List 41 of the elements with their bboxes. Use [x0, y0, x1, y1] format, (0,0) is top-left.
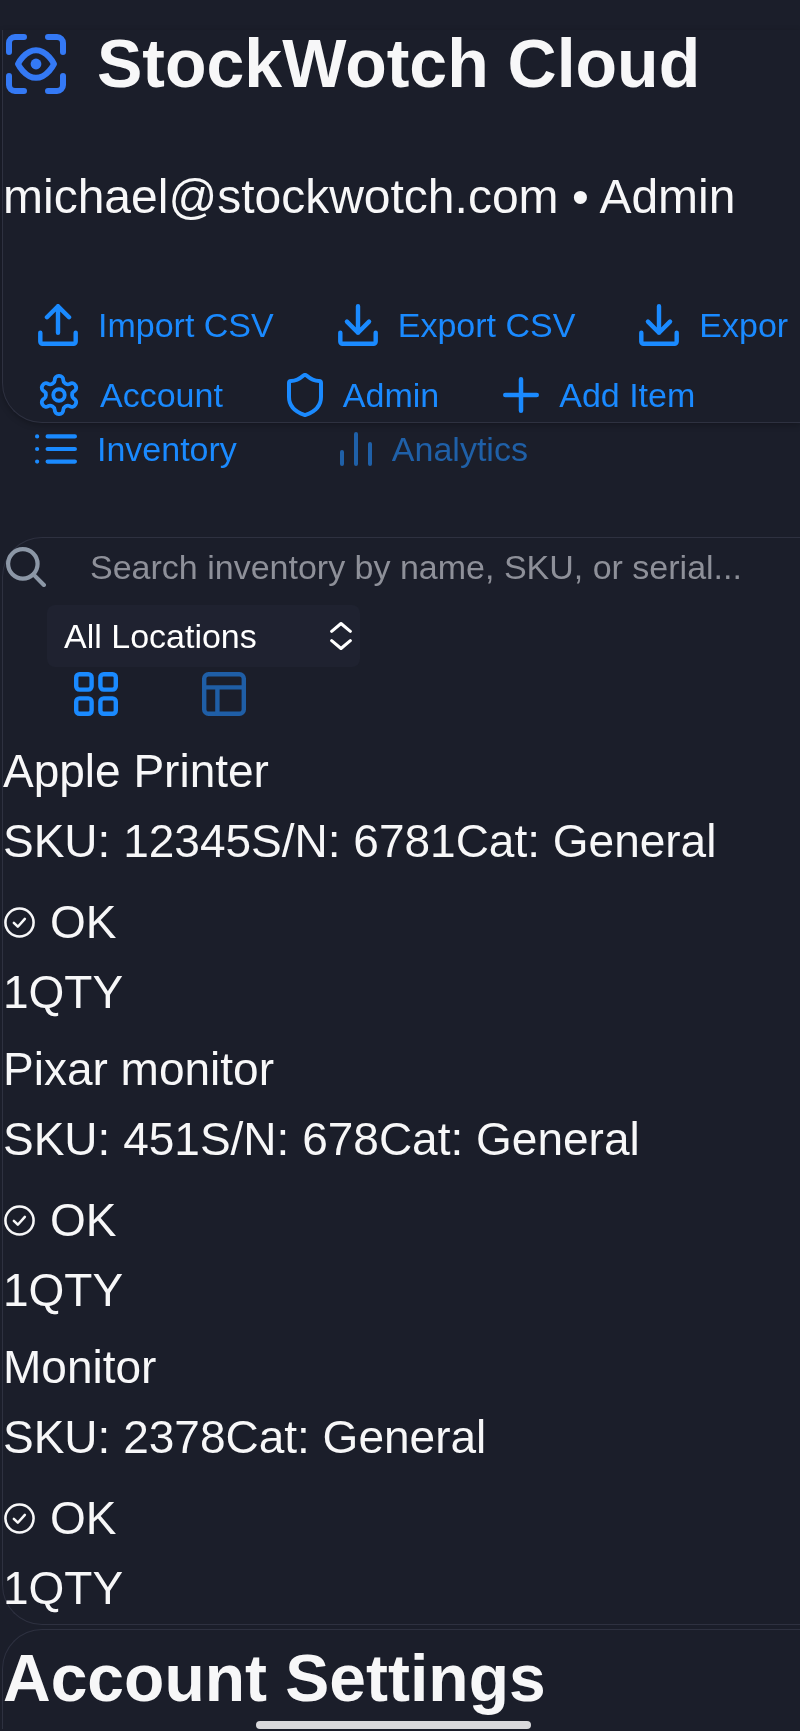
check-circle-icon	[4, 1204, 35, 1236]
download-icon	[337, 304, 378, 346]
search-icon	[6, 547, 46, 587]
tab[interactable]: Inventory	[35, 429, 237, 469]
item-name: Apple Printer	[3, 744, 270, 799]
item-name: Pixar monitor	[3, 1042, 275, 1097]
export-button[interactable]: Expor	[639, 303, 789, 347]
status-label: OK	[50, 1491, 117, 1546]
item-details: SKU: 2378Cat: General	[3, 1410, 488, 1465]
status-label: OK	[50, 1193, 117, 1248]
item-details: SKU: 12345S/N: 6781Cat: General	[3, 814, 718, 869]
status-label: OK	[50, 895, 117, 950]
quantity-label: 1QTY	[3, 1561, 125, 1616]
shield-icon	[286, 373, 323, 417]
add-item-button[interactable]: Add Item	[503, 373, 696, 417]
account-button[interactable]: Account	[38, 373, 223, 417]
table-icon[interactable]	[202, 672, 246, 716]
list-icon	[35, 434, 77, 464]
admin-button[interactable]: Admin	[286, 373, 440, 417]
check-circle-icon	[4, 1502, 35, 1534]
upload-icon	[38, 304, 78, 346]
check-circle-icon	[4, 906, 35, 938]
chevron-up-down-icon	[330, 622, 352, 650]
quantity-label: 1QTY	[3, 1263, 125, 1318]
item-name: Monitor	[3, 1340, 158, 1395]
bar-chart-icon	[339, 431, 372, 467]
search-field[interactable]: Search inventory by name, SKU, or serial...	[90, 547, 790, 587]
tab[interactable]: Analytics	[339, 429, 528, 469]
location-select[interactable]: All Locations	[47, 605, 360, 667]
app-title: StockWotch Cloud	[97, 33, 701, 94]
item-details: SKU: 451S/N: 678Cat: General	[3, 1112, 641, 1167]
user-info: michael@stockwotch.com • Admin	[3, 169, 737, 225]
section-heading: Account Settings	[3, 1640, 546, 1716]
download-icon	[639, 304, 680, 346]
grid-icon[interactable]	[74, 672, 118, 716]
settings-icon	[38, 374, 80, 416]
export-button[interactable]: Export CSV	[337, 303, 576, 347]
quantity-label: 1QTY	[3, 965, 125, 1020]
import-button[interactable]: Import CSV	[38, 303, 274, 347]
plus-icon	[503, 377, 540, 413]
eye-icon	[6, 33, 66, 94]
